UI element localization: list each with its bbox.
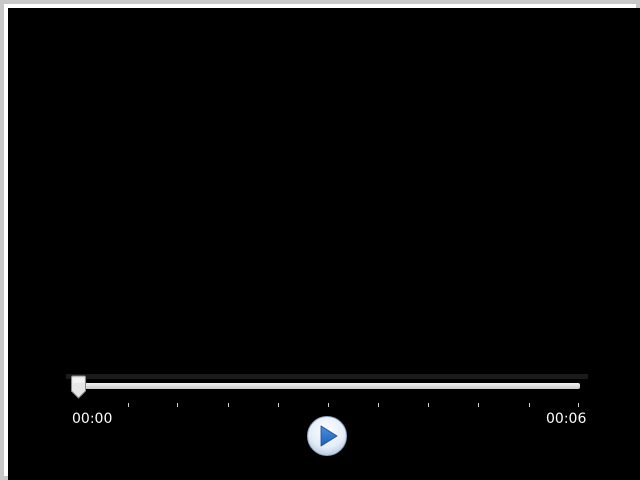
media-player-window: 00:00 00:06 <box>0 0 640 480</box>
seek-tick <box>177 403 178 407</box>
seek-bar-background <box>66 374 588 379</box>
seek-bar-thumb[interactable] <box>70 375 87 399</box>
seek-tick <box>378 403 379 407</box>
total-duration-label: 00:06 <box>546 411 587 427</box>
seek-tick <box>578 403 579 407</box>
play-icon <box>307 416 347 456</box>
seek-tick <box>428 403 429 407</box>
seek-tick <box>328 403 329 407</box>
seek-tick <box>128 403 129 407</box>
seek-tick <box>278 403 279 407</box>
seek-tick <box>228 403 229 407</box>
seek-tick <box>478 403 479 407</box>
seek-tick <box>529 403 530 407</box>
current-time-label: 00:00 <box>72 411 113 427</box>
seek-bar-track[interactable] <box>71 383 580 389</box>
play-button[interactable] <box>306 415 348 457</box>
seek-thumb-icon <box>71 375 86 399</box>
